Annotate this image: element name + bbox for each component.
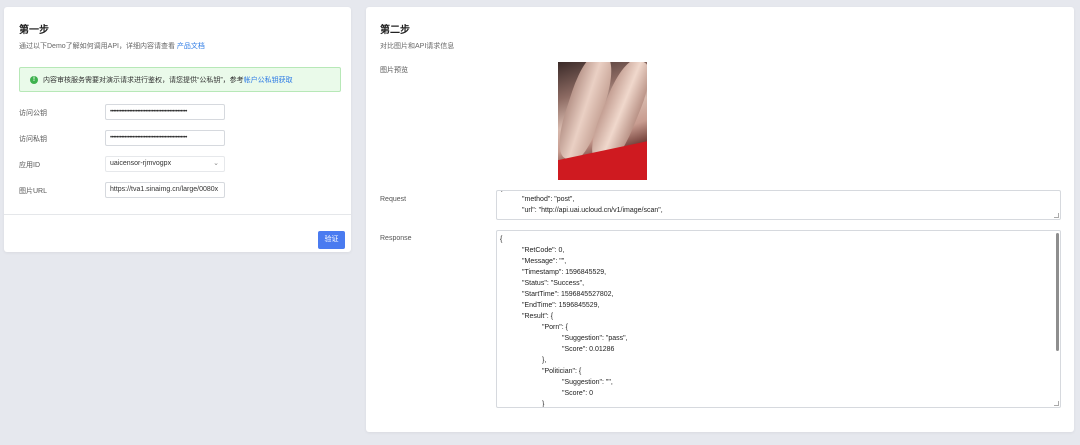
- info-icon: !: [30, 75, 38, 84]
- request-label: Request: [380, 196, 407, 203]
- code-line: {: [500, 236, 503, 243]
- code-line: "RetCode": 0,: [522, 247, 565, 254]
- response-textarea[interactable]: { "RetCode": 0, "Message": "", "Timestam…: [496, 230, 1061, 408]
- step2-card: 第二步 对比图片和API请求信息 图片预览 Request { "method"…: [366, 7, 1074, 432]
- code-line: {: [500, 191, 502, 194]
- code-line: "StartTime": 1596845527802,: [522, 291, 614, 298]
- code-line: "Result": {: [522, 313, 554, 320]
- private-key-label: 访问私钥: [19, 136, 47, 143]
- divider: [4, 214, 351, 215]
- code-line: "Politician": {: [542, 368, 582, 375]
- key-guide-link[interactable]: 帐户公私钥获取: [244, 75, 293, 85]
- image-preview: [558, 62, 647, 180]
- verify-button[interactable]: 验证: [318, 231, 345, 249]
- app-id-select[interactable]: uaicensor-rjmvogpx ⌄: [105, 156, 225, 172]
- step2-description: 对比图片和API请求信息: [380, 43, 455, 50]
- resize-handle[interactable]: [1054, 401, 1059, 406]
- step1-title: 第一步: [19, 25, 49, 36]
- resize-handle[interactable]: [1054, 213, 1059, 218]
- step2-title: 第二步: [380, 25, 410, 36]
- step1-card: 第一步 通过以下Demo了解如何调用API，详细内容请查看 产品文档 ! 内容审…: [4, 7, 351, 252]
- private-key-input[interactable]: ••••••••••••••••••••••••••••••••••••••••…: [105, 130, 225, 146]
- code-line: "Porn": {: [542, 324, 568, 331]
- code-line: "EndTime": 1596845529,: [522, 302, 600, 309]
- image-url-label: 图片URL: [19, 188, 48, 195]
- code-line: "method": "post",: [522, 196, 575, 203]
- public-key-input[interactable]: ••••••••••••••••••••••••••••••••••••••••…: [105, 104, 225, 120]
- preview-label: 图片预览: [380, 67, 408, 74]
- notice-text: 内容审核服务需要对演示请求进行鉴权，请您提供“公私钥”，参考: [43, 76, 244, 84]
- code-line: "Suggestion": "pass",: [562, 335, 628, 342]
- code-line: "Score": 0: [562, 390, 594, 397]
- code-line: },: [542, 357, 547, 364]
- response-scrollbar[interactable]: [1056, 233, 1059, 351]
- chevron-down-icon: ⌄: [213, 160, 219, 167]
- app-id-value: uaicensor-rjmvogpx: [110, 160, 172, 167]
- code-line: "Score": 0.01286: [562, 346, 615, 353]
- code-line: "Suggestion": "",: [562, 379, 613, 386]
- code-line: "Timestamp": 1596845529,: [522, 269, 607, 276]
- request-textarea[interactable]: { "method": "post", "url": "http://api.u…: [496, 190, 1061, 220]
- response-label: Response: [380, 235, 412, 242]
- step1-desc-text: 通过以下Demo了解如何调用API，详细内容请查看: [19, 43, 177, 50]
- app-id-label: 应用ID: [19, 162, 40, 169]
- auth-notice: ! 内容审核服务需要对演示请求进行鉴权，请您提供“公私钥”，参考 帐户公私钥获取: [19, 67, 341, 92]
- code-line: }: [542, 401, 545, 408]
- step1-description: 通过以下Demo了解如何调用API，详细内容请查看 产品文档: [19, 41, 205, 51]
- image-url-input[interactable]: https://tva1.sinaimg.cn/large/0080x: [105, 182, 225, 198]
- code-line: "Message": "",: [522, 258, 567, 265]
- code-line: "Status": "Success",: [522, 280, 585, 287]
- public-key-label: 访问公钥: [19, 110, 47, 117]
- code-line: "url": "http://api.uai.ucloud.cn/v1/imag…: [522, 207, 663, 214]
- product-doc-link[interactable]: 产品文档: [177, 43, 205, 50]
